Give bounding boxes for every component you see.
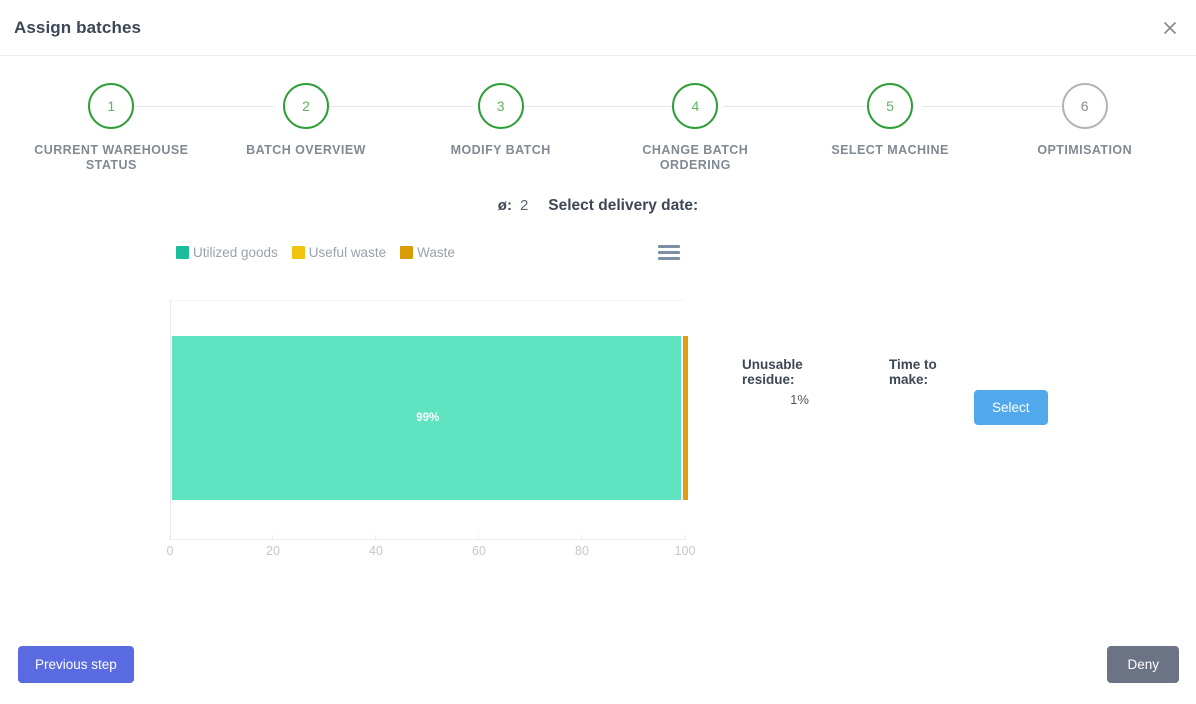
legend-swatch-icon bbox=[400, 246, 414, 259]
x-tick-text: 100 bbox=[674, 544, 696, 558]
x-tick-mark bbox=[684, 535, 686, 540]
x-tick-mark bbox=[272, 535, 274, 540]
step-4[interactable]: 4 CHANGE BATCH ORDERING bbox=[598, 83, 793, 172]
hamburger-menu-icon[interactable] bbox=[658, 241, 680, 263]
x-tick-60: 60 bbox=[472, 535, 486, 558]
select-button[interactable]: Select bbox=[974, 390, 1048, 425]
step-5-circle: 5 bbox=[867, 83, 914, 129]
menu-line-1 bbox=[658, 244, 680, 248]
option-details-panel: Unusable residue: Time to make: 1% Selec… bbox=[700, 297, 1196, 597]
legend-label: Waste bbox=[417, 245, 455, 260]
chart-plot-area: Opcija 1 99% bbox=[170, 300, 688, 540]
panel-column-headers: Unusable residue: Time to make: bbox=[742, 357, 979, 387]
previous-step-button[interactable]: Previous step bbox=[18, 646, 134, 683]
panel-values-row: 1% bbox=[742, 392, 979, 407]
step-3-circle: 3 bbox=[477, 83, 524, 129]
step-6-label: OPTIMISATION bbox=[1037, 143, 1133, 157]
step-2[interactable]: 2 BATCH OVERVIEW bbox=[209, 83, 404, 158]
chart-legend: Utilized goods Useful waste Waste bbox=[176, 245, 455, 260]
x-tick-mark bbox=[375, 535, 377, 540]
x-tick-mark bbox=[581, 535, 583, 540]
step-4-label: CHANGE BATCH ORDERING bbox=[642, 143, 749, 172]
legend-item-utilized-goods[interactable]: Utilized goods bbox=[176, 245, 278, 260]
page-title: Assign batches bbox=[14, 17, 142, 37]
stepper: 1 CURRENT WAREHOUSE STATUS 2 BATCH OVERVIEW… bbox=[0, 83, 1196, 193]
unusable-residue-value: 1% bbox=[790, 392, 809, 407]
x-tick-text: 40 bbox=[369, 544, 383, 558]
legend-swatch-icon bbox=[176, 246, 189, 259]
legend-item-waste[interactable]: Waste bbox=[400, 245, 455, 260]
chart-plot-wrapper: Opcija 1 99% 0 20 40 60 80 100 bbox=[0, 297, 700, 597]
close-icon[interactable] bbox=[1156, 14, 1184, 42]
legend-label: Useful waste bbox=[308, 245, 387, 260]
step-2-label: BATCH OVERVIEW bbox=[246, 143, 366, 157]
x-tick-20: 20 bbox=[266, 535, 280, 558]
time-to-make-header: Time to make: bbox=[889, 357, 937, 387]
x-tick-text: 20 bbox=[266, 544, 280, 558]
step-1[interactable]: 1 CURRENT WAREHOUSE STATUS bbox=[14, 83, 209, 172]
x-tick-80: 80 bbox=[575, 535, 589, 558]
x-tick-text: 60 bbox=[472, 544, 486, 558]
step-6[interactable]: 6 OPTIMISATION bbox=[987, 83, 1182, 158]
modal-header: Assign batches bbox=[0, 0, 1196, 56]
bar-value-label: 99% bbox=[416, 412, 440, 424]
stacked-bar-opcija-1[interactable]: 99% bbox=[172, 336, 688, 500]
step-3-label: MODIFY BATCH bbox=[450, 143, 551, 157]
step-3[interactable]: 3 MODIFY BATCH bbox=[403, 83, 598, 158]
x-axis-tick-labels: 0 20 40 60 80 100 bbox=[166, 535, 695, 562]
x-tick-40: 40 bbox=[369, 535, 383, 558]
step-6-circle: 6 bbox=[1061, 83, 1108, 129]
legend-item-useful-waste[interactable]: Useful waste bbox=[291, 245, 387, 260]
x-tick-mark bbox=[478, 535, 480, 540]
bar-segment-utilized-goods[interactable]: 99% bbox=[172, 336, 681, 500]
subheader: ø: 2 Select delivery date: bbox=[0, 197, 1196, 215]
deny-button[interactable]: Deny bbox=[1107, 646, 1179, 683]
x-tick-0: 0 bbox=[166, 535, 174, 558]
menu-line-3 bbox=[658, 256, 680, 260]
step-1-circle: 1 bbox=[88, 83, 135, 129]
legend-label: Utilized goods bbox=[193, 245, 278, 260]
step-4-circle: 4 bbox=[672, 83, 719, 129]
step-5[interactable]: 5 SELECT MACHINE bbox=[793, 83, 988, 158]
average-label: ø: bbox=[497, 197, 512, 214]
unusable-residue-header: Unusable residue: bbox=[742, 357, 803, 387]
step-1-label: CURRENT WAREHOUSE STATUS bbox=[34, 143, 189, 172]
modal-footer: Previous step Deny bbox=[0, 634, 1196, 704]
x-tick-mark bbox=[169, 535, 171, 540]
x-tick-100: 100 bbox=[674, 535, 696, 558]
x-tick-text: 80 bbox=[575, 544, 589, 558]
step-2-circle: 2 bbox=[283, 83, 329, 129]
bar-segment-waste[interactable] bbox=[682, 336, 688, 500]
gridline-top bbox=[171, 300, 685, 301]
average-value: 2 bbox=[519, 197, 529, 214]
menu-line-2 bbox=[658, 250, 680, 254]
select-delivery-date-label: Select delivery date: bbox=[548, 197, 699, 214]
legend-swatch-icon bbox=[291, 246, 305, 259]
assign-batches-modal: Assign batches 1 CURRENT WAREHOUSE STATUS… bbox=[0, 0, 1196, 704]
chart-and-panel-row: Utilized goods Useful waste Waste Opcija 1… bbox=[0, 237, 1196, 617]
x-tick-text: 0 bbox=[166, 544, 174, 558]
step-5-label: SELECT MACHINE bbox=[831, 143, 949, 157]
